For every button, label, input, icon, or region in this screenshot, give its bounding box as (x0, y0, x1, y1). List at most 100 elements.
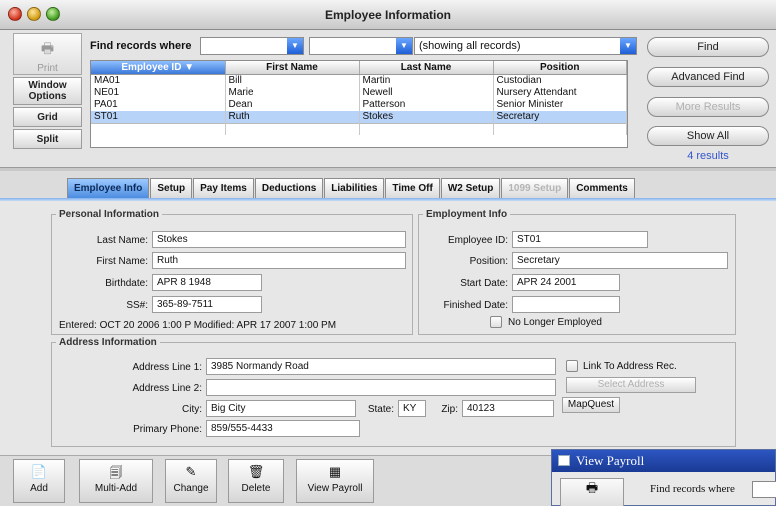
find-value-select[interactable]: (showing all records) ▼ (414, 37, 637, 55)
grid-button[interactable]: Grid (13, 107, 82, 127)
table-row-selected[interactable]: ST01 Ruth Stokes Secretary (91, 110, 627, 123)
cell: Martin (359, 74, 494, 87)
cell: MA01 (91, 74, 226, 87)
address-line1-label: Address Line 1: (132, 362, 203, 373)
primary-phone-field[interactable]: 859/555-4433 (206, 420, 360, 437)
mapquest-button[interactable]: MapQuest (562, 397, 620, 413)
window-title: Employee Information (324, 8, 452, 22)
address-line1-field[interactable]: 3985 Normandy Road (206, 358, 556, 375)
zip-label: Zip: (441, 404, 458, 415)
find-operator-select[interactable]: ▼ (309, 37, 413, 55)
zip-field[interactable]: 40123 (462, 400, 554, 417)
advanced-find-button[interactable]: Advanced Find (647, 67, 769, 87)
delete-label: Delete (241, 483, 271, 494)
cell: PA01 (91, 98, 226, 111)
multi-add-button[interactable]: 🗐 Multi-Add (79, 459, 153, 503)
view-payroll-titlebar[interactable]: View Payroll (552, 450, 775, 472)
cell: Custodian (493, 74, 627, 87)
find-button[interactable]: Find (647, 37, 769, 57)
tab-liabilities[interactable]: Liabilities (324, 178, 385, 198)
select-address-button[interactable]: Select Address (566, 377, 696, 393)
cell: ST01 (91, 110, 226, 123)
column-header-last-name[interactable]: Last Name (359, 61, 494, 75)
add-button[interactable]: 📄 Add (13, 459, 65, 503)
payroll-find-select[interactable] (752, 481, 776, 498)
cell: Dean (225, 98, 360, 111)
cell: Stokes (359, 110, 494, 123)
payroll-print-button[interactable]: 🖶 (560, 478, 624, 506)
find-label: Find records where (90, 40, 192, 52)
finished-date-label: Finished Date: (443, 300, 508, 311)
more-results-button[interactable]: More Results (647, 97, 769, 117)
column-header-employee-id[interactable]: Employee ID ▼ (91, 61, 226, 75)
city-label: City: (182, 404, 202, 415)
view-payroll-window[interactable]: View Payroll 🖶 Find records where (551, 449, 776, 506)
delete-button[interactable]: 🗑 Delete (228, 459, 284, 503)
splitter[interactable] (0, 167, 776, 171)
employee-id-field[interactable]: ST01 (512, 231, 648, 248)
printer-icon: 🖶 (40, 40, 55, 56)
personal-info-group: Personal Information (51, 209, 413, 335)
finished-date-field[interactable] (512, 296, 620, 313)
window-options-button[interactable]: Window Options (13, 77, 82, 105)
print-label: Print (37, 63, 58, 74)
tab-setup[interactable]: Setup (150, 178, 193, 198)
view-payroll-title: View Payroll (576, 453, 645, 468)
find-field-select[interactable]: ▼ (200, 37, 304, 55)
table-row[interactable]: MA01 Bill Martin Custodian (91, 74, 627, 87)
link-address-label: Link To Address Rec. (583, 361, 677, 372)
dropdown-arrow-icon: ▼ (620, 38, 636, 54)
results-count: 4 results (687, 150, 729, 162)
print-button[interactable]: 🖶 Print (13, 33, 82, 75)
tab-1099-setup[interactable]: 1099 Setup (501, 178, 569, 198)
first-name-field[interactable]: Ruth (152, 252, 406, 269)
tab-pay-items[interactable]: Pay Items (193, 178, 254, 198)
change-icon: ✎ (185, 464, 197, 479)
cell: Senior Minister (493, 98, 627, 111)
change-label: Change (173, 483, 209, 494)
position-field[interactable]: Secretary (512, 252, 728, 269)
state-field[interactable]: KY (398, 400, 426, 417)
start-date-label: Start Date: (460, 278, 508, 289)
position-label: Position: (469, 256, 508, 267)
left-toolbar: 🖶 Print Window Options Grid Split (13, 33, 82, 149)
table-row[interactable]: PA01 Dean Patterson Senior Minister (91, 98, 627, 111)
address-line2-label: Address Line 2: (132, 383, 203, 394)
cell: Bill (225, 74, 360, 87)
printer-icon: 🖶 (585, 480, 599, 495)
no-longer-employed-checkbox[interactable] (490, 316, 502, 328)
personal-info-legend: Personal Information (59, 209, 160, 220)
last-name-field[interactable]: Stokes (152, 231, 406, 248)
employment-info-legend: Employment Info (426, 209, 508, 220)
add-record-icon: 📄 (30, 464, 48, 479)
employee-id-label: Employee ID: (447, 235, 508, 246)
link-address-checkbox[interactable] (566, 360, 578, 372)
multi-add-icon: 🗐 (109, 465, 123, 480)
ssn-label: SS#: (126, 300, 148, 311)
show-all-button[interactable]: Show All (647, 126, 769, 146)
tab-employee-info[interactable]: Employee Info (67, 178, 150, 198)
tab-comments[interactable]: Comments (569, 178, 635, 198)
column-header-first-name[interactable]: First Name (225, 61, 360, 75)
entered-modified-text: Entered: OCT 20 2006 1:00 P Modified: AP… (59, 320, 337, 331)
start-date-field[interactable]: APR 24 2001 (512, 274, 620, 291)
table-row[interactable]: NE01 Marie Newell Nursery Attendant (91, 86, 627, 99)
view-payroll-label: View Payroll (307, 483, 363, 494)
cell: Newell (359, 86, 494, 99)
view-payroll-button[interactable]: ▦ View Payroll (296, 459, 374, 503)
column-header-position[interactable]: Position (493, 61, 627, 75)
ssn-field[interactable]: 365-89-7511 (152, 296, 262, 313)
last-name-label: Last Name: (96, 235, 148, 246)
city-field[interactable]: Big City (206, 400, 356, 417)
tab-deductions[interactable]: Deductions (254, 178, 324, 198)
birthdate-field[interactable]: APR 8 1948 (152, 274, 262, 291)
tab-w2-setup[interactable]: W2 Setup (440, 178, 501, 198)
change-button[interactable]: ✎ Change (165, 459, 217, 503)
address-line2-field[interactable] (206, 379, 556, 396)
tab-time-off[interactable]: Time Off (385, 178, 440, 198)
results-grid[interactable]: Employee ID ▼ First Name Last Name Posit… (90, 60, 628, 148)
cell: Secretary (493, 110, 627, 123)
split-button[interactable]: Split (13, 129, 82, 149)
window-icon (558, 455, 570, 466)
table-row-empty[interactable] (91, 122, 627, 135)
